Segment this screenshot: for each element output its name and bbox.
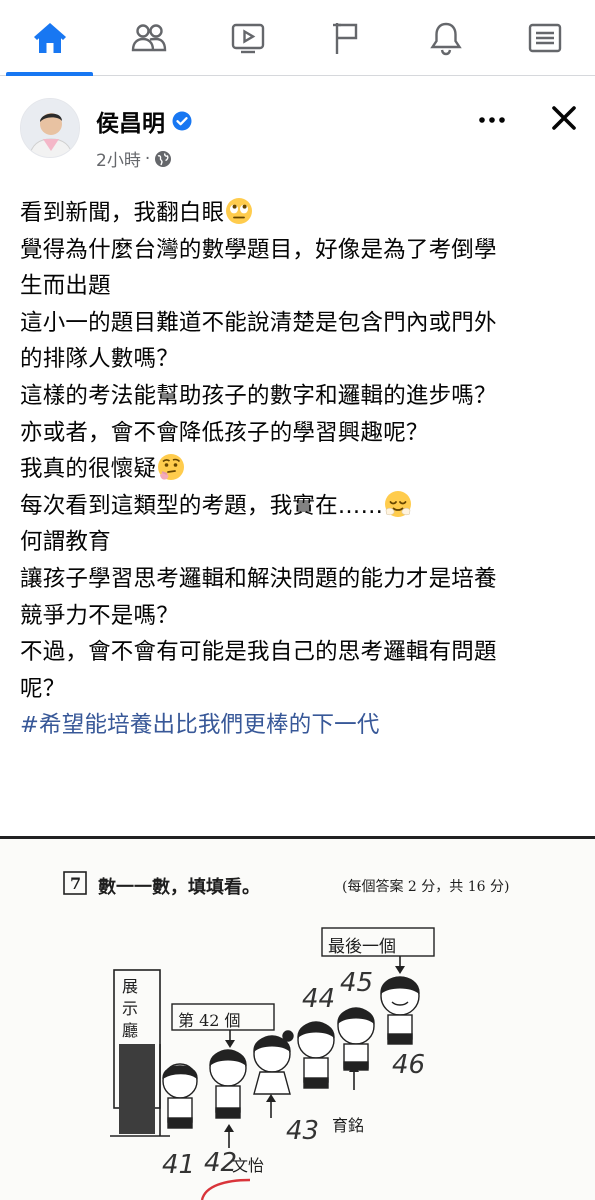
post-line: 我真的很懷疑 — [20, 451, 588, 488]
post-line: 的排隊人數嗎？ — [20, 346, 179, 373]
tab-home[interactable] — [0, 0, 99, 76]
handwritten-number: 46 — [392, 1050, 426, 1080]
tab-pages[interactable] — [298, 0, 397, 75]
post-line: 覺得為什麼台灣的數學題目，好像是為了考倒學 — [20, 236, 497, 263]
tab-video[interactable] — [198, 0, 297, 75]
question-number: 7 — [70, 874, 82, 893]
verified-badge-icon — [172, 111, 192, 131]
handwritten-number: 42 — [204, 1148, 238, 1178]
post-author[interactable]: 侯昌明 — [96, 104, 192, 138]
label-last-one: 最後一個 — [328, 937, 396, 957]
avatar[interactable] — [20, 98, 80, 158]
more-options-button[interactable] — [470, 98, 514, 142]
meta-separator: · — [144, 148, 151, 169]
post-line: 每次看到這類型的考題，我實在…… — [20, 488, 588, 525]
child-figure — [209, 1049, 247, 1119]
child-figure — [380, 976, 420, 1045]
thinking-face-emoji-icon — [158, 454, 185, 481]
tab-friends[interactable] — [99, 0, 198, 75]
post-line: 競爭力不是嗎？ — [20, 602, 179, 629]
post-line: 讓孩子學習思考邏輯和解決問題的能力才是培養 — [20, 565, 497, 592]
top-navigation-bar — [0, 0, 595, 76]
more-dots-icon — [479, 117, 505, 123]
handwritten-number: 43 — [286, 1116, 320, 1146]
post-line: 這小一的題目難道不能說清楚是包含門內或門外 — [20, 309, 497, 336]
tab-notifications[interactable] — [397, 0, 496, 75]
question-text: 數一一數，填填看。 — [98, 877, 260, 898]
child-figure — [297, 1021, 335, 1089]
friends-icon — [131, 23, 166, 51]
menu-icon — [529, 23, 562, 52]
child-figure — [162, 1063, 198, 1129]
label-exhibition-hall: 展示廳 — [122, 977, 139, 1040]
post-text: 看到新聞，我翻白眼 覺得為什麼台灣的數學題目，好像是為了考倒學 生而出題 這小一… — [20, 195, 588, 744]
question-score: (每個答案 2 分，共 16 分) — [342, 879, 510, 895]
post-line: 呢？ — [20, 675, 66, 702]
label-42nd: 第 42 個 — [178, 1011, 241, 1030]
post-line: 生而出題 — [20, 273, 111, 300]
handwritten-number: 41 — [162, 1150, 196, 1180]
post-line: 何謂教育 — [20, 529, 111, 556]
post-line: 不過，會不會有可能是我自己的思考邏輯有問題 — [20, 639, 497, 666]
post-header: 侯昌明 2小時 · — [0, 76, 595, 188]
pages-flag-icon — [333, 22, 358, 54]
handwritten-number: 44 — [302, 984, 336, 1014]
post-line: 這樣的考法能幫助孩子的數字和邏輯的進步嗎？ — [20, 382, 497, 409]
author-name[interactable]: 侯昌明 — [96, 104, 165, 138]
tab-menu[interactable] — [496, 0, 595, 75]
post-time[interactable]: 2小時 — [96, 146, 141, 171]
post-meta: 2小時 · — [96, 146, 172, 171]
video-icon — [231, 23, 265, 53]
post-photo[interactable]: 7 數一一數，填填看。 (每個答案 2 分，共 16 分) 最後一個 第 42 … — [0, 836, 595, 1200]
handwritten-number: 45 — [340, 968, 374, 998]
close-icon — [552, 106, 576, 130]
label-yuming: 育銘 — [332, 1116, 365, 1135]
hashtag-link[interactable]: #希望能培養出比我們更棒的下一代 — [20, 707, 588, 744]
globe-privacy-icon[interactable] — [154, 150, 172, 168]
notifications-bell-icon — [430, 22, 463, 55]
home-icon — [33, 22, 66, 53]
post-line: 亦或者，會不會降低孩子的學習興趣呢？ — [20, 419, 429, 446]
child-figure — [337, 1007, 375, 1071]
post-line: 看到新聞，我翻白眼 — [20, 195, 588, 232]
close-button[interactable] — [540, 94, 588, 142]
child-figure — [253, 1030, 294, 1095]
face-rolling-eyes-emoji-icon — [226, 198, 253, 224]
relieved-face-emoji-icon — [385, 490, 412, 517]
